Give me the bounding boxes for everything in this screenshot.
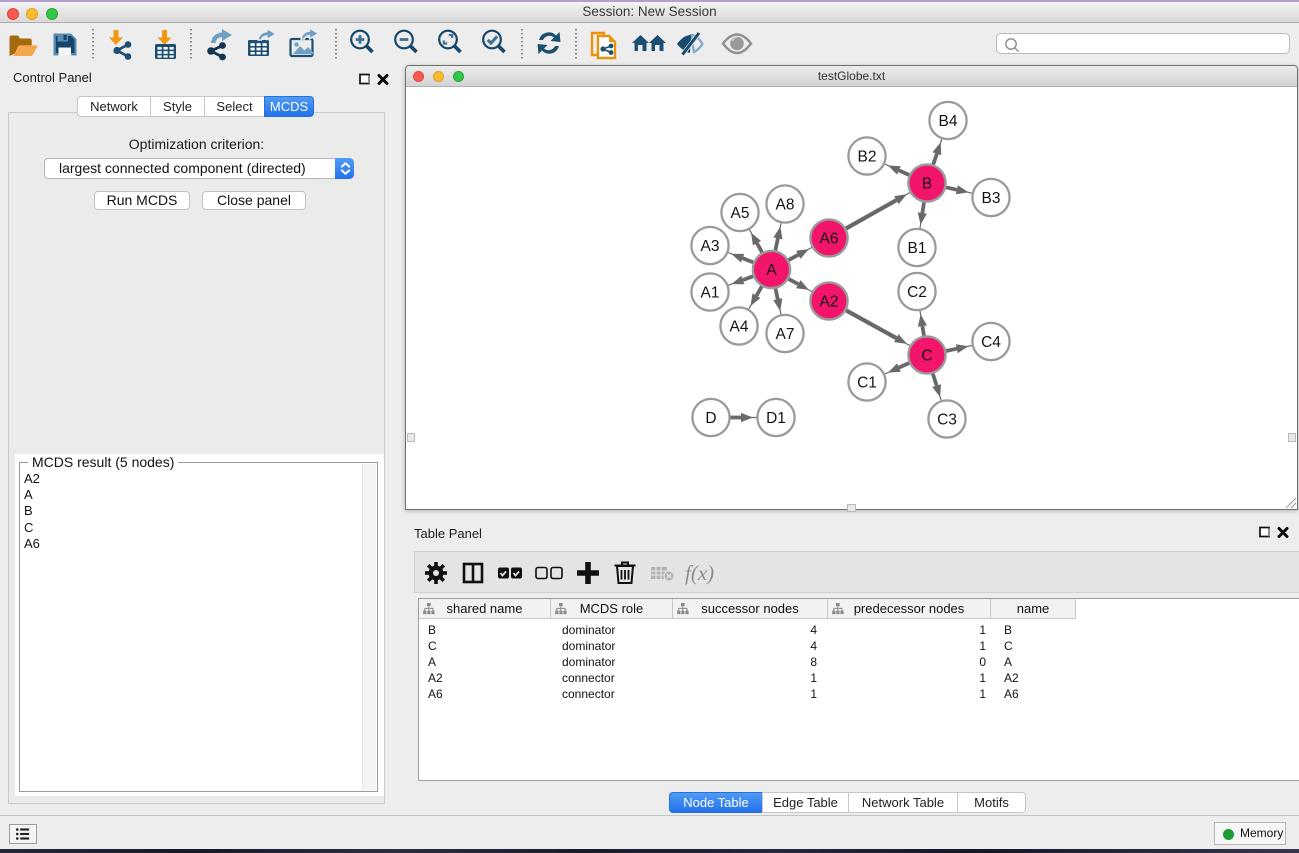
svg-text:C1: C1: [857, 375, 877, 392]
svg-text:B2: B2: [858, 149, 877, 166]
svg-text:A2: A2: [820, 294, 839, 311]
svg-text:A8: A8: [776, 197, 795, 214]
svg-text:A4: A4: [730, 319, 749, 336]
svg-text:A: A: [766, 262, 777, 279]
svg-text:D1: D1: [766, 410, 786, 427]
svg-text:C4: C4: [981, 334, 1001, 351]
svg-text:A6: A6: [820, 231, 839, 248]
svg-text:B3: B3: [982, 190, 1001, 207]
svg-text:A3: A3: [701, 238, 720, 255]
svg-text:A1: A1: [701, 285, 720, 302]
svg-text:B1: B1: [908, 240, 927, 257]
svg-text:D: D: [705, 410, 716, 427]
svg-text:B: B: [922, 176, 932, 193]
svg-text:A7: A7: [776, 326, 795, 343]
svg-text:C: C: [921, 348, 932, 365]
svg-text:A5: A5: [731, 205, 750, 222]
svg-text:f(x): f(x): [685, 561, 714, 585]
svg-text:C3: C3: [937, 412, 957, 429]
svg-text:B4: B4: [939, 113, 958, 130]
svg-text:C2: C2: [907, 284, 927, 301]
